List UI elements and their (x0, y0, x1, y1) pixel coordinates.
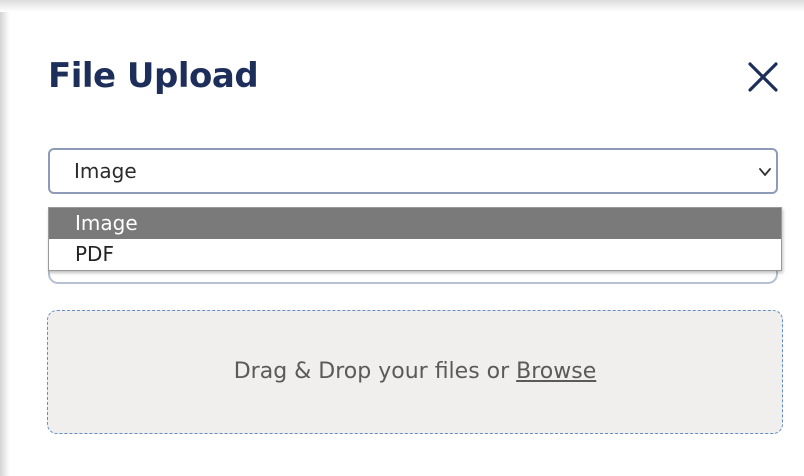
file-dropzone[interactable]: Drag & Drop your files or Browse (47, 310, 783, 434)
close-icon (748, 62, 778, 92)
page: File Upload Image Image PDF Drag & Drop … (0, 0, 804, 476)
dropzone-instructions: Drag & Drop your files or Browse (48, 357, 782, 387)
file-upload-dialog: File Upload Image Image PDF Drag & Drop … (10, 12, 804, 476)
chevron-down-icon (759, 168, 771, 176)
dialog-shadow-left (0, 0, 10, 476)
dropzone-text: Drag & Drop your files or (233, 359, 517, 384)
close-button[interactable] (746, 60, 780, 94)
dialog-title: File Upload (48, 56, 259, 96)
file-type-select[interactable]: Image (48, 148, 778, 194)
dialog-shadow-top (0, 0, 804, 12)
dropdown-option-pdf[interactable]: PDF (49, 239, 781, 270)
file-type-select-value: Image (74, 159, 137, 183)
file-type-dropdown-list: Image PDF (48, 207, 782, 271)
dropdown-option-image[interactable]: Image (49, 208, 781, 239)
browse-link[interactable]: Browse (516, 359, 596, 384)
